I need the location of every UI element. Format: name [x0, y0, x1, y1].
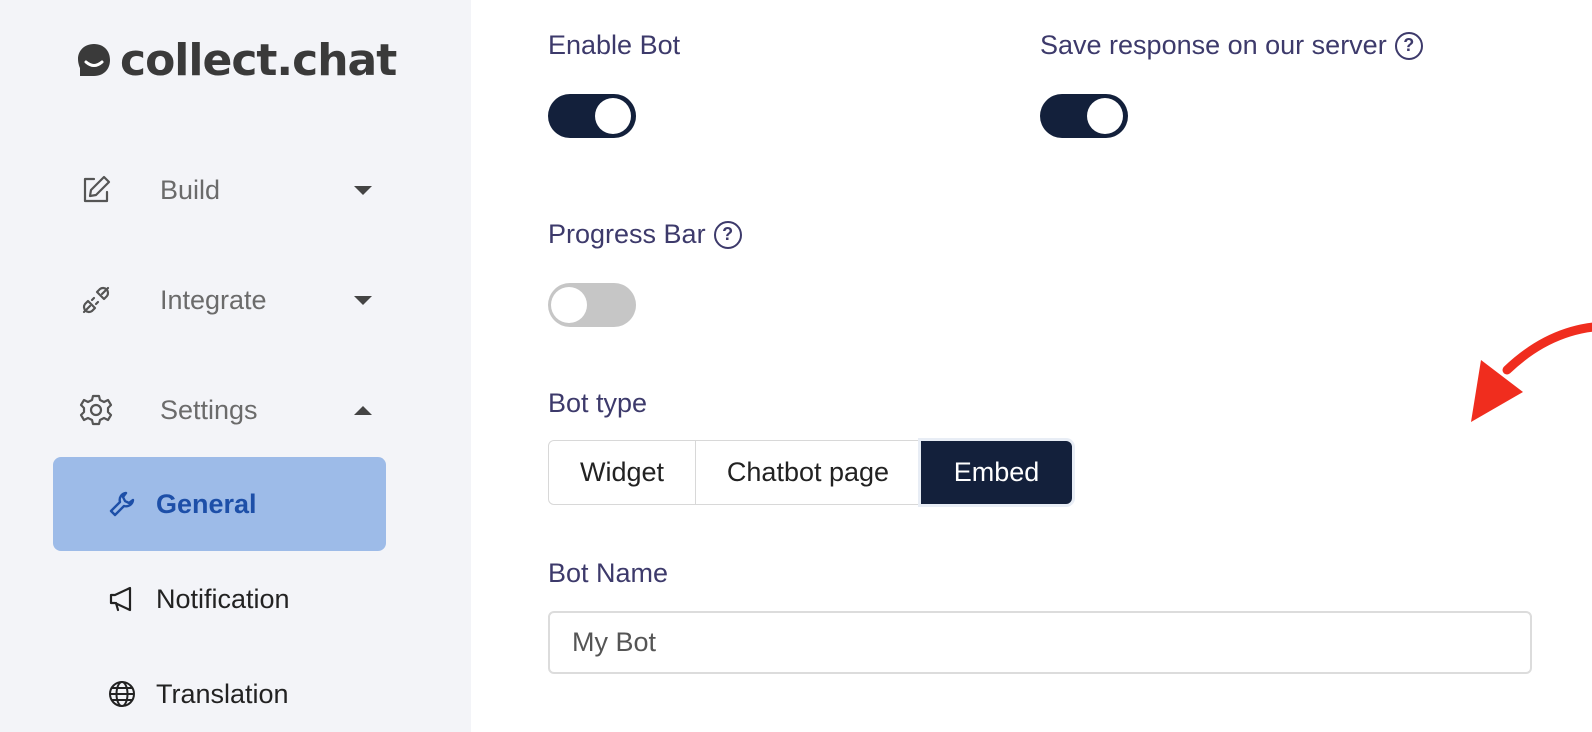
progress-bar-label-text: Progress Bar — [548, 219, 706, 249]
enable-bot-toggle[interactable] — [548, 94, 636, 138]
chevron-up-icon — [354, 405, 372, 415]
sidebar-item-build[interactable]: Build — [76, 168, 396, 212]
progress-bar-toggle[interactable] — [548, 283, 636, 327]
bot-type-selector: Widget Chatbot page Embed — [548, 440, 1073, 505]
sidebar-subitem-general[interactable]: General — [53, 457, 386, 551]
bot-type-widget-button[interactable]: Widget — [549, 441, 696, 504]
sidebar-item-integrate[interactable]: Integrate — [76, 278, 396, 322]
globe-icon — [107, 679, 137, 709]
plug-icon — [76, 280, 116, 320]
save-response-toggle[interactable] — [1040, 94, 1128, 138]
chat-bubble-icon — [76, 42, 112, 78]
progress-bar-label: Progress Bar ? — [548, 219, 742, 250]
chevron-down-icon — [354, 185, 372, 195]
save-response-label-text: Save response on our server — [1040, 30, 1387, 60]
bot-type-label: Bot type — [548, 388, 647, 419]
toggle-knob — [551, 287, 587, 323]
logo-text: collect.chat — [120, 34, 397, 86]
sidebar-item-label: Settings — [160, 394, 258, 425]
toggle-knob — [1087, 98, 1123, 134]
megaphone-icon — [107, 584, 137, 614]
wrench-icon — [107, 489, 137, 519]
help-icon[interactable]: ? — [1394, 31, 1423, 60]
settings-panel: Enable Bot Save response on our server ?… — [471, 0, 1592, 732]
bot-type-embed-button[interactable]: Embed — [921, 441, 1072, 504]
bot-type-label-text: Bot type — [548, 388, 648, 418]
sidebar-subitem-label: Translation — [156, 678, 289, 709]
sidebar-subitem-notification[interactable]: Notification — [53, 552, 386, 646]
help-icon[interactable]: ? — [713, 220, 742, 249]
sidebar-subitem-translation[interactable]: Translation — [53, 647, 386, 732]
sidebar-item-label: Integrate — [160, 284, 267, 315]
bot-name-label: Bot Name — [548, 558, 668, 589]
toggle-knob — [595, 98, 631, 134]
enable-bot-label: Enable Bot — [548, 30, 680, 61]
bot-type-chatbot-page-button[interactable]: Chatbot page — [696, 441, 921, 504]
sidebar: collect.chat Build Integrate Settings Ge… — [0, 0, 471, 732]
chevron-down-icon — [354, 295, 372, 305]
enable-bot-label-text: Enable Bot — [548, 30, 681, 60]
bot-name-input[interactable] — [548, 611, 1532, 674]
sidebar-item-settings[interactable]: Settings — [76, 388, 396, 432]
edit-icon — [76, 170, 116, 210]
sidebar-item-label: Build — [160, 174, 221, 205]
gear-icon — [76, 390, 116, 430]
annotation-arrow-icon — [1471, 322, 1592, 422]
save-response-label: Save response on our server ? — [1040, 30, 1423, 61]
sidebar-subitem-label: Notification — [156, 583, 290, 614]
bot-name-label-text: Bot Name — [548, 558, 669, 588]
logo[interactable]: collect.chat — [76, 32, 397, 88]
sidebar-subitem-label: General — [156, 488, 257, 519]
